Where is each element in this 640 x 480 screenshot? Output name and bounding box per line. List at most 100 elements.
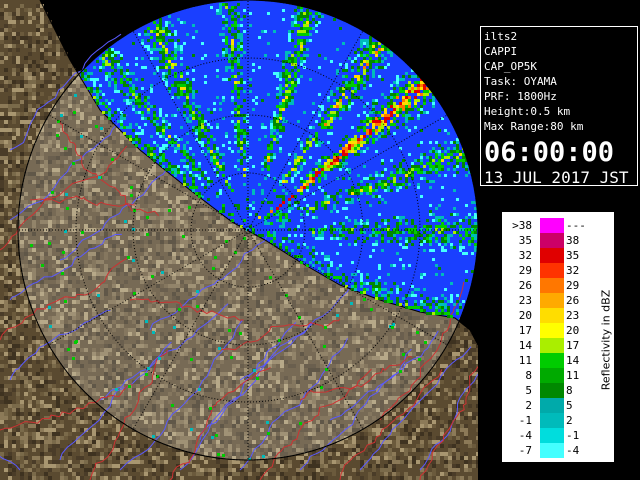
terrain-pixel [20, 68, 24, 72]
terrain-pixel [228, 476, 232, 480]
terrain-pixel [68, 400, 72, 404]
terrain-pixel [48, 360, 52, 364]
echo-pixel [111, 57, 114, 60]
terrain-pixel [0, 36, 4, 40]
terrain-pixel [4, 264, 8, 268]
terrain-pixel [348, 440, 352, 444]
terrain-pixel [16, 260, 20, 264]
echo-pixel [288, 51, 291, 54]
terrain-pixel [444, 388, 448, 392]
terrain-pixel [464, 368, 468, 372]
terrain-pixel [80, 460, 84, 464]
terrain-pixel [156, 448, 160, 452]
terrain-pixel [36, 64, 40, 68]
terrain-pixel [424, 424, 428, 428]
echo-pixel [99, 57, 102, 60]
terrain-pixel [40, 12, 44, 16]
echo-pixel [162, 54, 165, 57]
echo-pixel [366, 42, 369, 45]
terrain-pixel [432, 424, 436, 428]
terrain-pixel [4, 220, 8, 224]
terrain-pixel [24, 432, 28, 436]
terrain-pixel [468, 440, 472, 444]
terrain-pixel [60, 48, 64, 52]
terrain-pixel [32, 48, 36, 52]
echo-pixel [159, 42, 162, 45]
terrain-pixel [36, 40, 40, 44]
echo-pixel [300, 15, 303, 18]
terrain-pixel [0, 308, 4, 312]
echo-pixel [249, 24, 252, 27]
terrain-pixel [412, 460, 416, 464]
terrain-pixel [4, 408, 8, 412]
terrain-pixel [28, 424, 32, 428]
echo-pixel [177, 48, 180, 51]
terrain-pixel [28, 416, 32, 420]
terrain-pixel [164, 476, 168, 480]
terrain-pixel [0, 388, 4, 392]
echo-pixel [306, 21, 309, 24]
terrain-pixel [384, 432, 388, 436]
terrain-pixel [364, 436, 368, 440]
echo-pixel [303, 54, 306, 57]
terrain-pixel [224, 476, 228, 480]
echo-pixel [303, 12, 306, 15]
terrain-pixel [352, 448, 356, 452]
echo-pixel [378, 51, 381, 54]
terrain-pixel [4, 128, 8, 132]
terrain-pixel [24, 156, 28, 160]
terrain-pixel [0, 192, 4, 196]
terrain-pixel [60, 388, 64, 392]
terrain-pixel [48, 476, 52, 480]
terrain-pixel [12, 172, 16, 176]
echo-pixel [306, 27, 309, 30]
echo-pixel [135, 57, 138, 60]
terrain-pixel [472, 348, 476, 352]
terrain-pixel [0, 104, 4, 108]
terrain-pixel [116, 464, 120, 468]
terrain-pixel [44, 80, 48, 84]
terrain-pixel [12, 472, 16, 476]
terrain-pixel [256, 476, 260, 480]
terrain-pixel [8, 268, 12, 272]
terrain-pixel [92, 432, 96, 436]
echo-pixel [366, 45, 369, 48]
terrain-pixel [16, 396, 20, 400]
terrain-pixel [56, 56, 60, 60]
echo-pixel [264, 30, 267, 33]
terrain-pixel [56, 396, 60, 400]
terrain-pixel [20, 452, 24, 456]
terrain-pixel [156, 456, 160, 460]
terrain-pixel [424, 452, 428, 456]
terrain-pixel [28, 476, 32, 480]
echo-pixel [165, 33, 168, 36]
terrain-pixel [16, 128, 20, 132]
terrain-pixel [0, 344, 4, 348]
terrain-pixel [20, 112, 24, 116]
echo-pixel [312, 15, 315, 18]
terrain-pixel [240, 460, 244, 464]
echo-pixel [306, 54, 309, 57]
terrain-pixel [432, 460, 436, 464]
terrain-pixel [288, 460, 292, 464]
terrain-pixel [24, 368, 28, 372]
terrain-pixel [20, 80, 24, 84]
terrain-pixel [268, 472, 272, 476]
echo-pixel [108, 54, 111, 57]
terrain-pixel [428, 436, 432, 440]
terrain-pixel [408, 464, 412, 468]
terrain-pixel [4, 252, 8, 256]
terrain-pixel [4, 384, 8, 388]
echo-pixel [294, 15, 297, 18]
echo-pixel [225, 21, 228, 24]
terrain-pixel [56, 440, 60, 444]
terrain-pixel [28, 104, 32, 108]
terrain-pixel [8, 476, 12, 480]
echo-pixel [174, 30, 177, 33]
terrain-pixel [4, 424, 8, 428]
terrain-pixel [144, 444, 148, 448]
terrain-pixel [388, 456, 392, 460]
echo-pixel [147, 33, 150, 36]
terrain-pixel [60, 68, 64, 72]
terrain-pixel [448, 464, 452, 468]
